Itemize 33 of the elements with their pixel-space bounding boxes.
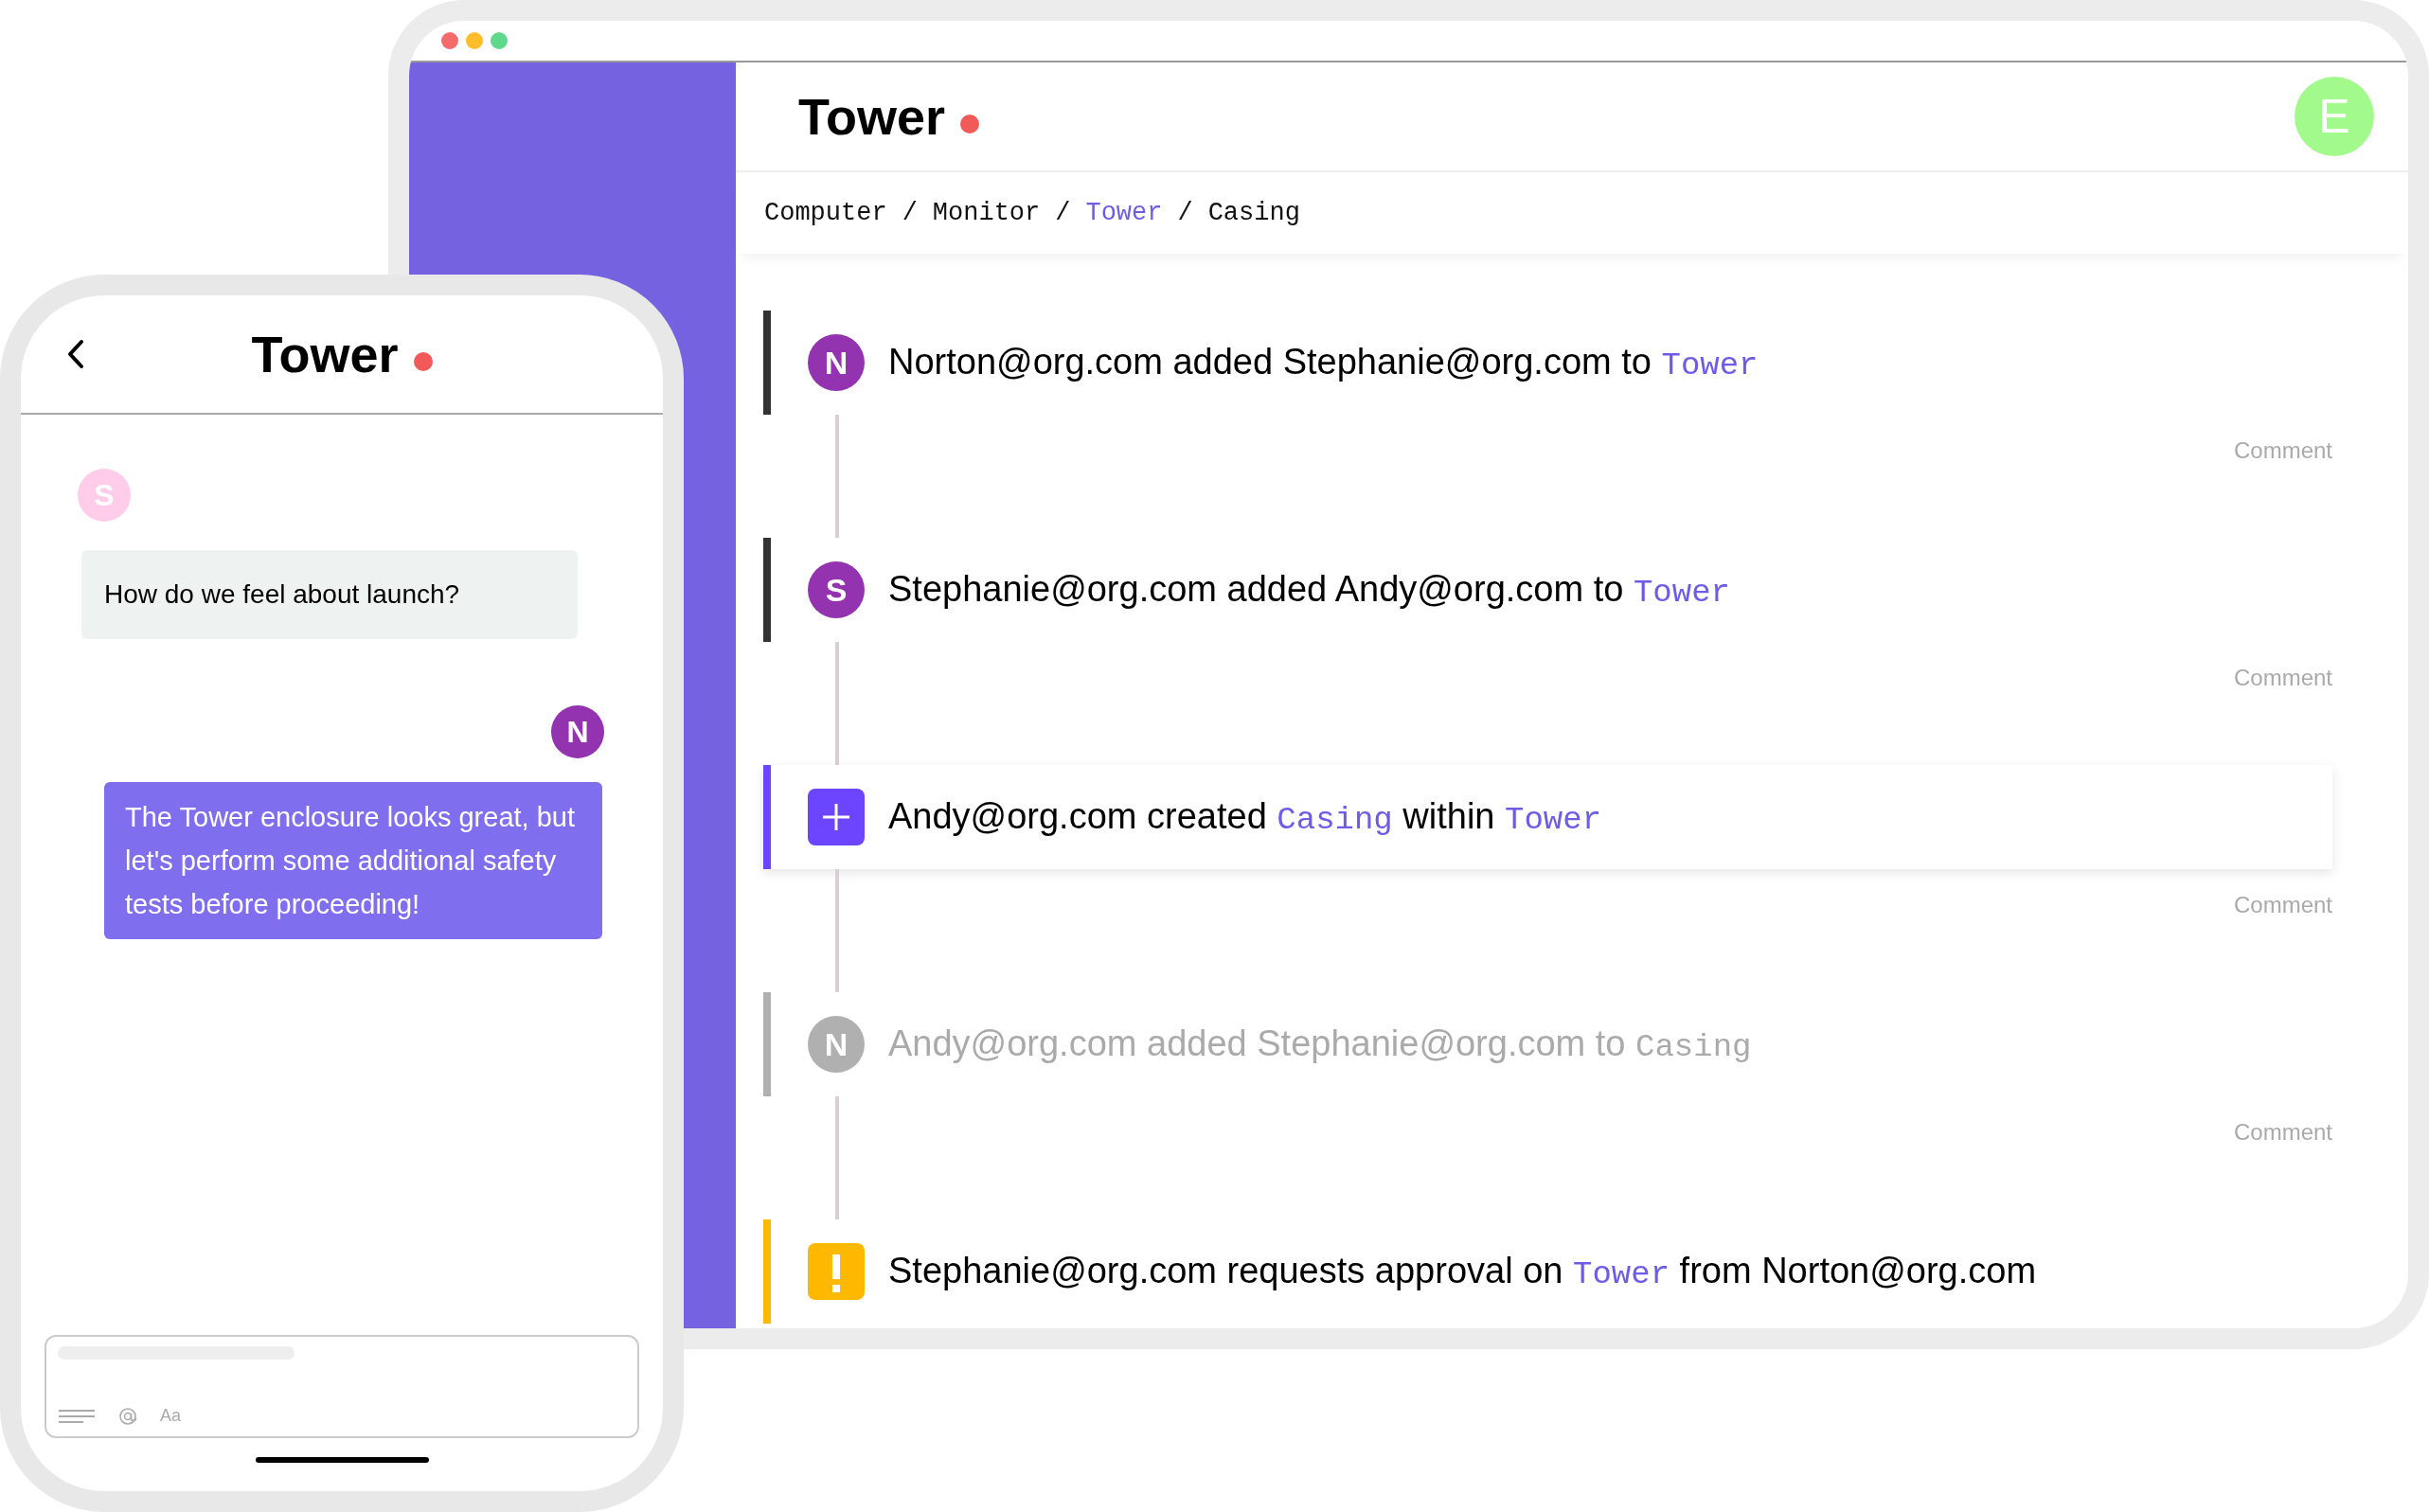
text-align-icon bbox=[58, 1408, 96, 1424]
avatar: S bbox=[808, 561, 865, 618]
activity-text: Andy@org.com added Stephanie@org.com to Casing bbox=[888, 1023, 1752, 1067]
chat-title: Tower bbox=[251, 324, 399, 384]
activity-row[interactable]: N Norton@org.com added Stephanie@org.com to Tower bbox=[763, 311, 2332, 415]
warning-icon bbox=[808, 1243, 865, 1300]
message-bubble: How do we feel about launch? bbox=[81, 550, 578, 639]
mention-icon bbox=[118, 1406, 137, 1426]
sender-avatar: N bbox=[551, 705, 604, 758]
activity-text: Stephanie@org.com added Andy@org.com to Tower bbox=[888, 568, 1730, 613]
activity-text: Stephanie@org.com requests approval on Tower from Norton@org.com bbox=[888, 1250, 2037, 1294]
activity-row[interactable]: Andy@org.com created Casing within Tower bbox=[763, 765, 2332, 869]
window-control-dot[interactable] bbox=[441, 32, 458, 49]
window-control-dot[interactable] bbox=[491, 32, 508, 49]
activity-text: Andy@org.com created Casing within Tower bbox=[888, 795, 1602, 840]
breadcrumb-separator: / bbox=[1177, 197, 1193, 229]
page-title: Tower bbox=[798, 86, 945, 147]
status-dot bbox=[413, 352, 433, 371]
breadcrumb-separator: / bbox=[1055, 197, 1071, 229]
activity-row[interactable]: S Stephanie@org.com added Andy@org.com to Tower bbox=[763, 538, 2332, 642]
breadcrumb-separator: / bbox=[902, 197, 918, 229]
breadcrumb-item[interactable]: Computer bbox=[764, 193, 887, 233]
breadcrumb-item[interactable]: Casing bbox=[1207, 193, 1300, 233]
avatar: N bbox=[808, 1016, 865, 1073]
window-control-dot[interactable] bbox=[466, 32, 483, 49]
status-dot bbox=[960, 115, 979, 133]
breadcrumb-item[interactable]: Monitor bbox=[932, 193, 1041, 233]
breadcrumb-link[interactable]: Tower bbox=[1085, 193, 1163, 233]
activity-row[interactable]: Stephanie@org.com requests approval on Tower from Norton@org.com bbox=[763, 1219, 2332, 1324]
activity-text: Norton@org.com added Stephanie@org.com to Tower bbox=[888, 341, 1759, 385]
avatar: N bbox=[808, 334, 865, 391]
message-bubble: The Tower enclosure looks great, but let's perform some additional safety tests before proceeding! bbox=[104, 782, 602, 939]
plus-icon bbox=[808, 789, 865, 845]
